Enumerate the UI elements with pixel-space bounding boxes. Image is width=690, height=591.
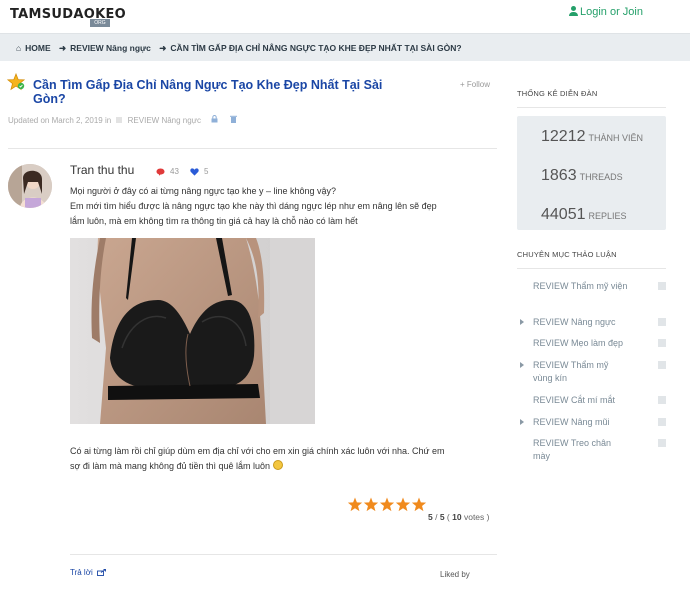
stat-replies: 44051 REPLIES: [541, 206, 627, 223]
divider: [517, 268, 666, 269]
sidebar-item-vung-kin[interactable]: REVIEW Thẩm mỹ vùng kín: [520, 359, 666, 385]
login-link[interactable]: Login or Join: [569, 6, 643, 18]
plus-icon: +: [460, 80, 465, 89]
forum-link[interactable]: REVIEW Nâng ngực: [128, 116, 201, 125]
breadcrumb-forum[interactable]: REVIEW Nâng ngực: [70, 43, 151, 53]
updated-date: Updated on March 2, 2019 in: [8, 116, 112, 125]
follow-label: Follow: [466, 80, 491, 89]
featured-star-icon: [7, 73, 25, 91]
sidebar-item-nang-nguc[interactable]: REVIEW Nâng ngực: [520, 316, 666, 329]
forum-count-badge: [658, 418, 666, 426]
smile-emoji-icon: [272, 460, 283, 470]
post-body-continued: Có ai từng làm rồi chỉ giúp dùm em địa c…: [70, 444, 500, 474]
forums-heading: CHUYÊN MỤC THẢO LUẬN: [517, 250, 617, 259]
forum-count-badge: [658, 361, 666, 369]
message-count: 43: [170, 167, 179, 176]
sidebar-item-nang-mui[interactable]: REVIEW Nâng mũi: [520, 416, 666, 429]
like-count: 5: [204, 167, 209, 176]
heart-icon: [190, 168, 199, 176]
sidebar-item-tham-my-vien[interactable]: REVIEW Thẩm mỹ viện: [533, 280, 666, 293]
reply-share-icon: [97, 569, 106, 576]
home-icon: ⌂: [16, 43, 22, 53]
follow-button[interactable]: + Follow: [460, 80, 490, 89]
lock-icon[interactable]: [211, 115, 218, 123]
rating-star-icon[interactable]: [363, 497, 379, 512]
trash-icon[interactable]: [229, 115, 237, 123]
post-line: Em mới tìm hiểu được là nâng ngực tạo kh…: [70, 201, 437, 211]
forum-stats-box: 12212 THÀNH VIÊN 1863 THREADS 44051 REPLIES: [517, 116, 666, 230]
liked-by-label: Liked by: [440, 570, 470, 579]
rating-score: 5 / 5 ( 10 votes ): [428, 512, 490, 522]
post-image[interactable]: [70, 238, 315, 424]
user-icon: [569, 6, 578, 16]
message-icon: [156, 168, 165, 176]
breadcrumb-home[interactable]: HOME: [25, 43, 51, 53]
rating-star-icon[interactable]: [395, 497, 411, 512]
sidebar-item-meo-lam-dep[interactable]: REVIEW Mẹo làm đẹp: [533, 337, 666, 350]
post-line: sợ đi làm mà mang không đủ tiền thì quê …: [70, 459, 500, 474]
reply-label: Trả lời: [70, 568, 93, 577]
author-name[interactable]: Tran thu thu: [70, 163, 134, 177]
divider: [8, 148, 497, 149]
reply-button[interactable]: Trả lời: [70, 568, 106, 577]
stats-heading: THỐNG KÊ DIỄN ĐÀN: [517, 89, 598, 98]
caret-right-icon: [520, 319, 524, 325]
rating-star-icon[interactable]: [411, 497, 427, 512]
stat-threads: 1863 THREADS: [541, 167, 623, 184]
site-logo-badge: ORG: [90, 19, 110, 27]
divider: [517, 107, 666, 108]
rating-star-icon[interactable]: [379, 497, 395, 512]
post-line: lắm luôn, mà em không tìm ra thông tin g…: [70, 216, 358, 226]
arrow-right-icon: ➜: [159, 43, 167, 53]
forum-count-badge: [658, 396, 666, 404]
breadcrumb-thread[interactable]: CẦN TÌM GẤP ĐỊA CHỈ NÂNG NGỰC TẠO KHE ĐẸ…: [170, 43, 461, 53]
rating-stars[interactable]: [347, 497, 427, 513]
thread-title: Cần Tìm Gấp Địa Chỉ Nâng Ngực Tạo Khe Đẹ…: [33, 78, 383, 106]
login-label: Login or Join: [580, 6, 643, 18]
post-body: Mọi người ở đây có ai từng nâng ngực tạo…: [70, 184, 500, 229]
thread-meta: Updated on March 2, 2019 in REVIEW Nâng …: [8, 115, 240, 125]
forum-count-badge: [658, 282, 666, 290]
sidebar-item-cat-mi-mat[interactable]: REVIEW Cắt mí mắt: [533, 394, 666, 407]
forum-count-badge: [658, 339, 666, 347]
folder-icon: [116, 117, 123, 123]
divider: [70, 554, 497, 555]
author-avatar[interactable]: [8, 164, 52, 208]
forum-count-badge: [658, 318, 666, 326]
breadcrumb-bar: ⌂ HOME ➜ REVIEW Nâng ngực ➜ CẦN TÌM GẤP ĐỊA…: [0, 33, 690, 61]
stat-members: 12212 THÀNH VIÊN: [541, 128, 644, 145]
caret-right-icon: [520, 419, 524, 425]
sidebar-item-treo-chan-may[interactable]: REVIEW Treo chân mày: [533, 437, 666, 463]
post-line: Mọi người ở đây có ai từng nâng ngực tạo…: [70, 186, 337, 196]
arrow-right-icon: ➜: [59, 43, 67, 53]
rating-star-icon[interactable]: [347, 497, 363, 512]
breadcrumb: ⌂ HOME ➜ REVIEW Nâng ngực ➜ CẦN TÌM GẤP ĐỊA…: [16, 43, 466, 54]
top-header: TAMSUDAOKEO ORG Login or Join: [0, 0, 690, 32]
post-line: Có ai từng làm rồi chỉ giúp dùm em địa c…: [70, 446, 445, 456]
forum-count-badge: [658, 439, 666, 447]
caret-right-icon: [520, 362, 524, 368]
